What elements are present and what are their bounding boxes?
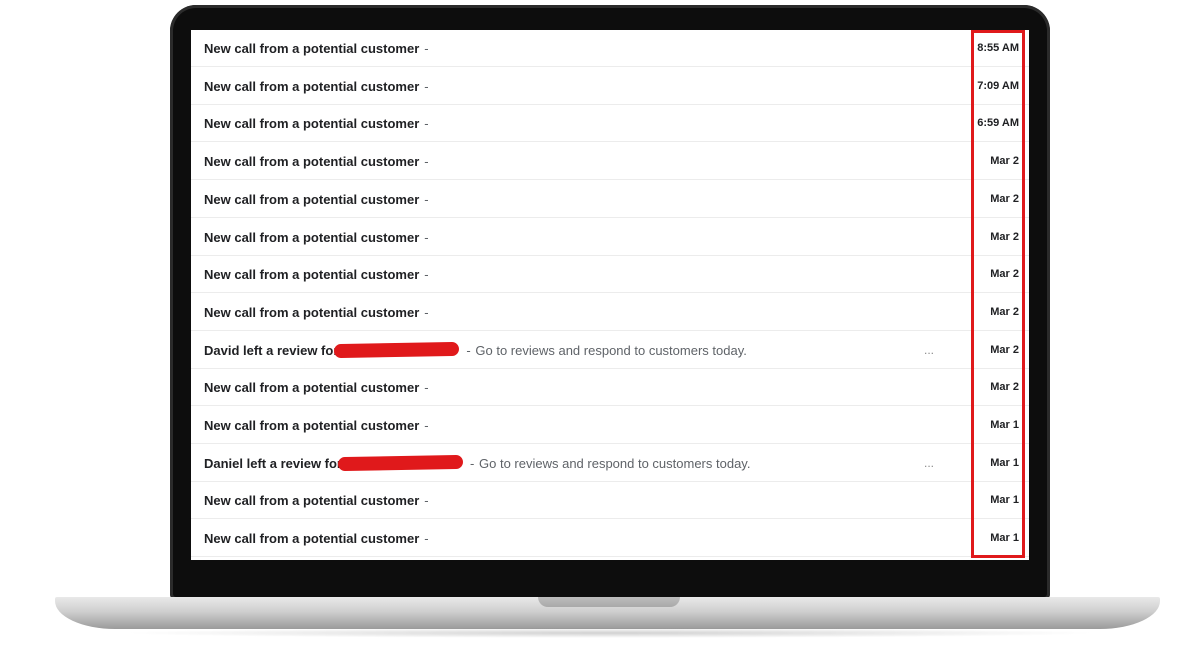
email-row[interactable]: David left a review for - Go to reviews an… (191, 332, 1029, 369)
email-subject: New call from a potential customer (204, 41, 420, 56)
email-date: Mar 2 (990, 155, 1019, 168)
email-row[interactable]: New call from a potential customer - Mar 1 (191, 482, 1029, 520)
email-separator: - (424, 116, 429, 132)
email-date: Mar 2 (990, 381, 1019, 394)
email-separator: - (424, 380, 429, 396)
email-list-screen: New call from a potential customer -8:55 … (191, 30, 1029, 560)
email-date: Mar 2 (990, 305, 1019, 318)
email-separator: - (424, 191, 429, 207)
redacted-business-name (334, 341, 460, 358)
email-separator: - (424, 304, 429, 320)
email-separator: - (424, 41, 429, 56)
email-row[interactable]: New call from a potential customer - Mar 1 (191, 407, 1029, 444)
email-subject: New call from a potential customer (204, 191, 420, 207)
laptop-hinge-notch (538, 597, 680, 607)
email-row[interactable]: New call from a potential customer - 6:59 … (191, 105, 1029, 143)
email-row[interactable]: New call from a potential customer - 7:09 … (191, 68, 1029, 105)
email-subject: New call from a potential customer (204, 229, 420, 245)
email-separator: - (424, 78, 429, 94)
laptop-shadow (120, 628, 1100, 638)
email-row[interactable]: Daniel left a review for - Go to reviews a… (191, 445, 1029, 482)
email-row[interactable]: New call from a potential customer - Mar 2 (191, 143, 1029, 181)
email-snippet: Go to reviews and respond to customers t… (479, 455, 751, 471)
email-date: Mar 2 (990, 192, 1019, 205)
email-date: Mar 1 (990, 532, 1019, 545)
email-row[interactable]: New call from a potential customer - Mar 2 (191, 219, 1029, 256)
email-row[interactable]: New call from a potential customer - Mar 2 (191, 369, 1029, 407)
email-snippet: Go to reviews and respond to customers t… (475, 342, 747, 358)
email-subject: Daniel left a review for (204, 455, 342, 471)
email-row[interactable]: New call from a potential customer - Mar 2 (191, 181, 1029, 218)
email-separator: - (424, 154, 429, 170)
email-row[interactable]: New call from a potential customer - Mar 2 (191, 256, 1029, 294)
email-subject: New call from a potential customer (204, 154, 420, 170)
email-separator: - (424, 267, 429, 283)
email-subject: New call from a potential customer (204, 493, 420, 509)
email-date: 8:55 AM (977, 42, 1019, 54)
email-subject: New call from a potential customer (204, 267, 420, 283)
email-subject: New call from a potential customer (204, 380, 420, 396)
email-separator: - (424, 229, 429, 245)
email-date: Mar 1 (990, 494, 1019, 507)
email-subject: New call from a potential customer (204, 78, 420, 94)
email-separator: - (466, 342, 471, 358)
email-subject: New call from a potential customer (204, 304, 420, 320)
email-subject: New call from a potential customer (204, 116, 420, 132)
email-row[interactable]: New call from a potential customer - Mar 2 (191, 294, 1029, 331)
email-subject: David left a review for (204, 342, 339, 358)
email-date: 7:09 AM (977, 79, 1019, 92)
more-options-icon[interactable]: ... (924, 445, 934, 482)
email-subject: New call from a potential customer (204, 531, 420, 547)
email-row[interactable]: New call from a potential customer - 8:55 … (191, 30, 1029, 67)
email-subject: New call from a potential customer (204, 418, 420, 433)
email-date: 6:59 AM (977, 117, 1019, 130)
redacted-business-name (337, 454, 464, 471)
email-row[interactable]: New call from a potential customer - Mar 1 (191, 520, 1029, 558)
email-date: Mar 2 (990, 268, 1019, 281)
more-options-icon[interactable]: ... (924, 332, 934, 369)
email-separator: - (424, 531, 429, 547)
email-date: Mar 1 (990, 456, 1019, 469)
email-date: Mar 2 (990, 230, 1019, 243)
email-separator: - (424, 418, 429, 433)
email-separator: - (424, 493, 429, 509)
email-separator: - (470, 455, 475, 471)
email-date: Mar 2 (990, 343, 1019, 356)
email-date: Mar 1 (990, 419, 1019, 431)
